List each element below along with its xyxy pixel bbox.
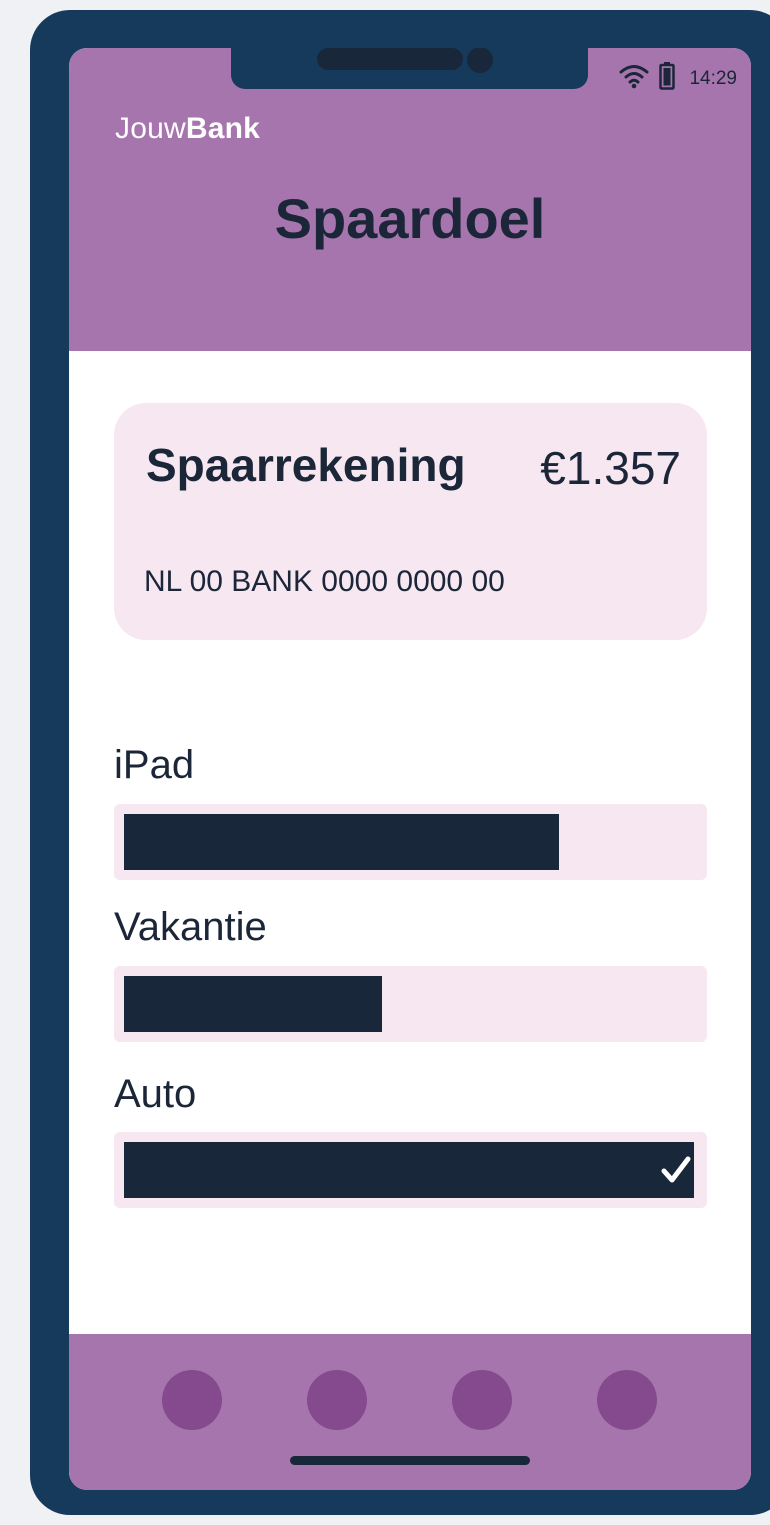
- goal-progress-fill: [124, 814, 559, 870]
- brand-name-part2: Bank: [185, 112, 261, 145]
- account-iban: NL 00 BANK 0000 0000 00: [144, 565, 505, 598]
- nav-item-4[interactable]: [597, 1370, 657, 1430]
- page-title: Spaardoel: [274, 187, 546, 250]
- goal-progress-fill: [124, 1142, 694, 1198]
- front-camera: [467, 48, 493, 73]
- status-time: 14:29: [689, 67, 737, 89]
- account-card[interactable]: Spaarrekening €1.357 NL 00 BANK 0000 000…: [114, 403, 707, 640]
- goal-progress-vakantie[interactable]: [114, 966, 707, 1042]
- goal-label-vakantie: Vakantie: [114, 905, 267, 949]
- goal-progress-ipad[interactable]: [114, 804, 707, 880]
- speaker-grille: [317, 48, 463, 70]
- account-balance: €1.357: [540, 442, 681, 494]
- brand-name-part1: Jouw: [115, 112, 186, 145]
- brand-logo: JouwBank: [115, 112, 260, 146]
- wifi-icon: [619, 63, 649, 94]
- nav-item-2[interactable]: [307, 1370, 367, 1430]
- nav-item-1[interactable]: [162, 1370, 222, 1430]
- account-name: Spaarrekening: [146, 439, 466, 491]
- goal-label-auto: Auto: [114, 1072, 197, 1116]
- phone-screen: 14:29 JouwBank Spaardoel Spaarrekening €…: [69, 48, 751, 1490]
- bottom-navigation: [69, 1334, 751, 1490]
- nav-item-3[interactable]: [452, 1370, 512, 1430]
- phone-notch: [231, 48, 588, 89]
- goal-label-ipad: iPad: [114, 743, 195, 787]
- home-indicator[interactable]: [290, 1456, 530, 1465]
- status-bar: 14:29: [619, 62, 737, 95]
- battery-icon: [659, 62, 676, 95]
- goal-progress-fill: [124, 976, 382, 1032]
- app-header: 14:29 JouwBank Spaardoel: [69, 48, 751, 351]
- goal-progress-auto[interactable]: [114, 1132, 707, 1208]
- checkmark-icon: [661, 1142, 691, 1198]
